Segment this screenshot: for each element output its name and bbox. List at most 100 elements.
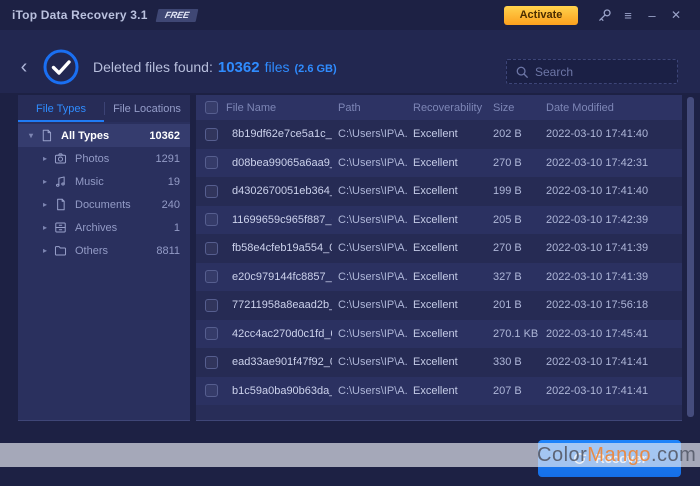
sidebar-tree-item[interactable]: ▾ All Types 10362 bbox=[18, 124, 190, 147]
watermark-band: ColorMango.com bbox=[0, 443, 700, 467]
sidebar-tree-item[interactable]: ▸ Documents 240 bbox=[18, 193, 190, 216]
cell-file-name: d08bea99065a6aa9_0 bbox=[226, 157, 332, 169]
sidebar-tree-item[interactable]: ▸ Others 8811 bbox=[18, 239, 190, 262]
close-icon[interactable]: ✕ bbox=[664, 4, 688, 26]
cell-date: 2022-03-10 17:42:39 bbox=[540, 214, 650, 226]
cell-date: 2022-03-10 17:41:41 bbox=[540, 356, 650, 368]
row-checkbox[interactable] bbox=[205, 327, 218, 340]
search-box[interactable] bbox=[506, 59, 678, 84]
cell-date: 2022-03-10 17:41:40 bbox=[540, 128, 650, 140]
cell-file-name: 8b19df62e7ce5a1c_0 bbox=[226, 128, 332, 140]
cell-size: 330 B bbox=[487, 356, 540, 368]
expand-arrow-icon[interactable]: ▸ bbox=[40, 154, 50, 163]
row-checkbox[interactable] bbox=[205, 156, 218, 169]
table-header-row: File Name Path Recoverability Size Date … bbox=[196, 95, 682, 120]
app-window: iTop Data Recovery 3.1 FREE Activate ≡ –… bbox=[0, 0, 700, 486]
table-row[interactable]: d4302670051eb364_0 C:\Users\IP\A... Exce… bbox=[196, 177, 682, 206]
sidebar-tabs: File Types File Locations bbox=[18, 95, 190, 122]
cell-recoverability: Excellent bbox=[407, 385, 487, 397]
minimize-icon[interactable]: – bbox=[640, 4, 664, 26]
cell-path: C:\Users\IP\A... bbox=[332, 157, 407, 169]
cell-size: 201 B bbox=[487, 299, 540, 311]
cell-recoverability: Excellent bbox=[407, 185, 487, 197]
result-files-word: files bbox=[265, 59, 290, 75]
cell-path: C:\Users\IP\A... bbox=[332, 242, 407, 254]
sidebar-tree-item[interactable]: ▸ Photos 1291 bbox=[18, 147, 190, 170]
tree-item-count: 8811 bbox=[156, 245, 180, 257]
table-row[interactable]: 77211958a8eaad2b_0 C:\Users\IP\A... Exce… bbox=[196, 291, 682, 320]
row-checkbox[interactable] bbox=[205, 213, 218, 226]
cell-size: 327 B bbox=[487, 271, 540, 283]
cell-path: C:\Users\IP\A... bbox=[332, 128, 407, 140]
col-size[interactable]: Size bbox=[487, 102, 540, 114]
cell-date: 2022-03-10 17:41:40 bbox=[540, 185, 650, 197]
sidebar-tree-item[interactable]: ▸ Music 19 bbox=[18, 170, 190, 193]
menu-icon[interactable]: ≡ bbox=[616, 4, 640, 26]
table-row[interactable]: e20c979144fc8857_0 C:\Users\IP\A... Exce… bbox=[196, 263, 682, 292]
cell-file-name: e20c979144fc8857_0 bbox=[226, 271, 332, 283]
search-input[interactable] bbox=[535, 65, 655, 79]
col-date-modified[interactable]: Date Modified bbox=[540, 102, 650, 114]
table-row[interactable]: b1c59a0ba90b63da_0 C:\Users\IP\A... Exce… bbox=[196, 377, 682, 406]
archive-icon bbox=[54, 221, 68, 235]
expand-arrow-icon[interactable]: ▾ bbox=[26, 131, 36, 140]
tab-file-types[interactable]: File Types bbox=[18, 95, 104, 122]
cell-date: 2022-03-10 17:56:18 bbox=[540, 299, 650, 311]
result-prefix: Deleted files found: bbox=[93, 59, 213, 75]
table-row[interactable]: d08bea99065a6aa9_0 C:\Users\IP\A... Exce… bbox=[196, 149, 682, 178]
sidebar-panel: File Types File Locations ▾ All Types 10… bbox=[18, 95, 190, 421]
expand-arrow-icon[interactable]: ▸ bbox=[40, 223, 50, 232]
file-type-tree: ▾ All Types 10362 ▸ Photos 1291 ▸ Music … bbox=[18, 122, 190, 262]
expand-arrow-icon[interactable]: ▸ bbox=[40, 177, 50, 186]
tree-item-label: Documents bbox=[75, 199, 162, 211]
cell-date: 2022-03-10 17:41:39 bbox=[540, 242, 650, 254]
tree-item-count: 1291 bbox=[156, 153, 180, 165]
select-all-checkbox[interactable] bbox=[205, 101, 218, 114]
search-icon bbox=[515, 65, 529, 79]
table-row[interactable]: fb58e4cfeb19a554_0 C:\Users\IP\A... Exce… bbox=[196, 234, 682, 263]
row-checkbox[interactable] bbox=[205, 270, 218, 283]
row-checkbox[interactable] bbox=[205, 185, 218, 198]
title-bar: iTop Data Recovery 3.1 FREE Activate ≡ –… bbox=[0, 0, 700, 30]
row-checkbox[interactable] bbox=[205, 356, 218, 369]
file-icon bbox=[40, 129, 54, 143]
cell-path: C:\Users\IP\A... bbox=[332, 356, 407, 368]
table-body: 8b19df62e7ce5a1c_0 C:\Users\IP\A... Exce… bbox=[196, 120, 682, 405]
results-header: ‹ Deleted files found: 10362 files (2.6 … bbox=[0, 30, 700, 93]
table-row[interactable]: ead33ae901f47f92_0 C:\Users\IP\A... Exce… bbox=[196, 348, 682, 377]
cell-file-name: fb58e4cfeb19a554_0 bbox=[226, 242, 332, 254]
app-title: iTop Data Recovery 3.1 bbox=[12, 8, 148, 22]
cell-file-name: b1c59a0ba90b63da_0 bbox=[226, 385, 332, 397]
table-row[interactable]: 11699659c965f887_0 C:\Users\IP\A... Exce… bbox=[196, 206, 682, 235]
col-recoverability[interactable]: Recoverability bbox=[407, 102, 487, 114]
cell-file-name: ead33ae901f47f92_0 bbox=[226, 356, 332, 368]
cell-path: C:\Users\IP\A... bbox=[332, 328, 407, 340]
result-count: 10362 bbox=[218, 59, 260, 76]
cell-recoverability: Excellent bbox=[407, 242, 487, 254]
col-file-name[interactable]: File Name bbox=[226, 102, 332, 114]
row-checkbox[interactable] bbox=[205, 299, 218, 312]
license-key-icon[interactable] bbox=[592, 4, 616, 26]
row-checkbox[interactable] bbox=[205, 242, 218, 255]
document-icon bbox=[54, 198, 68, 212]
watermark-text: ColorMango.com bbox=[537, 443, 696, 467]
cell-date: 2022-03-10 17:41:39 bbox=[540, 271, 650, 283]
expand-arrow-icon[interactable]: ▸ bbox=[40, 200, 50, 209]
row-checkbox[interactable] bbox=[205, 384, 218, 397]
tree-item-count: 10362 bbox=[149, 130, 180, 142]
free-badge: FREE bbox=[155, 9, 198, 22]
tree-item-label: Archives bbox=[75, 222, 174, 234]
activate-button[interactable]: Activate bbox=[504, 6, 578, 25]
table-row[interactable]: 8b19df62e7ce5a1c_0 C:\Users\IP\A... Exce… bbox=[196, 120, 682, 149]
tree-item-label: All Types bbox=[61, 130, 149, 142]
cell-size: 270 B bbox=[487, 242, 540, 254]
expand-arrow-icon[interactable]: ▸ bbox=[40, 246, 50, 255]
sidebar-tree-item[interactable]: ▸ Archives 1 bbox=[18, 216, 190, 239]
tree-item-label: Photos bbox=[75, 153, 156, 165]
tab-file-locations[interactable]: File Locations bbox=[104, 95, 190, 122]
row-checkbox[interactable] bbox=[205, 128, 218, 141]
table-scrollbar[interactable] bbox=[687, 97, 694, 417]
table-row[interactable]: 42cc4ac270d0c1fd_0 C:\Users\IP\A... Exce… bbox=[196, 320, 682, 349]
col-path[interactable]: Path bbox=[332, 102, 407, 114]
back-arrow-icon[interactable]: ‹ bbox=[14, 57, 34, 77]
